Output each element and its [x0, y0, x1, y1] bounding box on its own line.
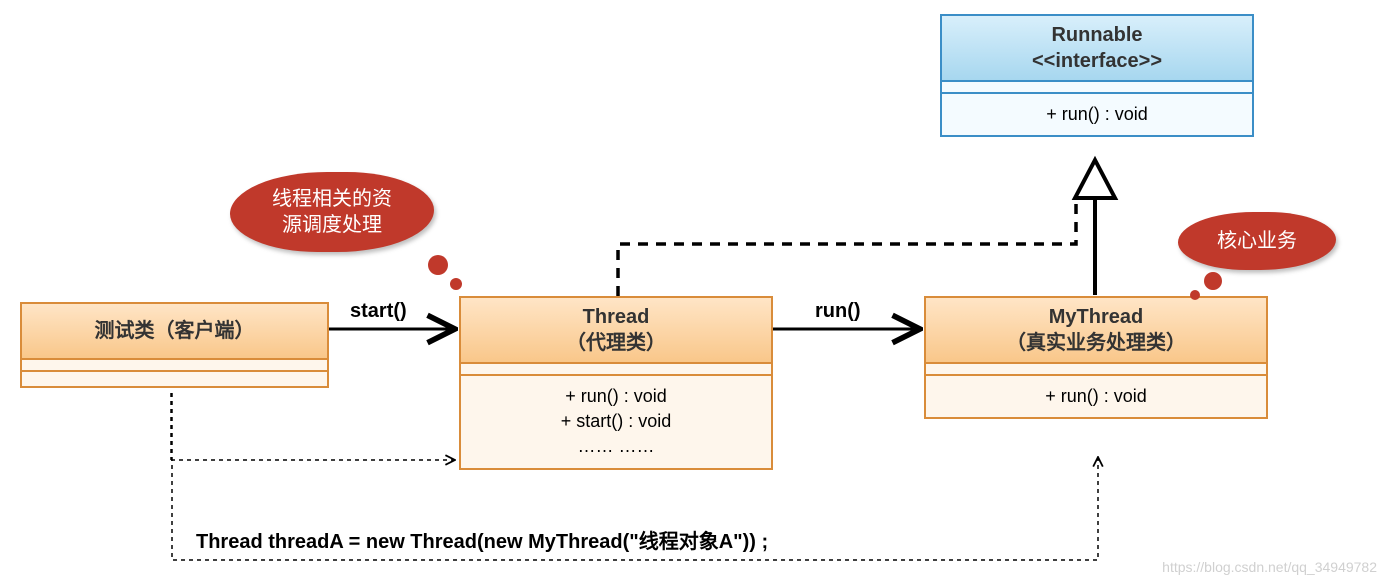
callout-bubble-1b	[450, 278, 462, 290]
mythread-methods: + run() : void	[926, 374, 1266, 417]
watermark: https://blog.csdn.net/qq_34949782	[1162, 559, 1377, 575]
callout-core-business-text: 核心业务	[1217, 230, 1297, 252]
thread-methods: + run() : void + start() : void …… ……	[461, 374, 771, 468]
callout-bubble-1a	[428, 255, 448, 275]
class-thread: Thread （代理类） + run() : void + start() : …	[459, 296, 773, 470]
runnable-attrs	[942, 80, 1252, 92]
thread-subtitle: （代理类）	[566, 332, 666, 354]
callout-bubble-2b	[1190, 290, 1200, 300]
mythread-subtitle: （真实业务处理类）	[1006, 332, 1186, 354]
test-title: 测试类（客户端）	[22, 304, 327, 358]
test-name: 测试类（客户端）	[95, 320, 255, 342]
label-run: run()	[815, 300, 861, 323]
runnable-methods: + run() : void	[942, 92, 1252, 135]
thread-method-more: …… ……	[577, 436, 654, 456]
class-mythread: MyThread （真实业务处理类） + run() : void	[924, 296, 1268, 419]
runnable-name: Runnable	[1051, 24, 1142, 46]
callout-thread-resource: 线程相关的资 源调度处理	[230, 172, 434, 252]
test-attrs	[22, 358, 327, 370]
callout-thread-resource-l2: 源调度处理	[282, 214, 382, 236]
callout-bubble-2a	[1204, 272, 1222, 290]
thread-attrs	[461, 362, 771, 374]
triangle-mythread	[1075, 160, 1115, 198]
runnable-method-run: + run() : void	[1046, 104, 1148, 124]
thread-method-run: + run() : void	[565, 386, 667, 406]
callout-thread-resource-l1: 线程相关的资	[272, 188, 392, 210]
mythread-attrs	[926, 362, 1266, 374]
thread-method-start: + start() : void	[561, 411, 672, 431]
class-runnable: Runnable <<interface>> + run() : void	[940, 14, 1254, 137]
label-start: start()	[350, 300, 407, 323]
thread-name: Thread	[583, 306, 650, 328]
callout-core-business: 核心业务	[1178, 212, 1336, 270]
code-statement: Thread threadA = new Thread(new MyThread…	[196, 525, 768, 554]
test-methods	[22, 370, 327, 386]
mythread-title: MyThread （真实业务处理类）	[926, 298, 1266, 362]
mythread-name: MyThread	[1049, 306, 1143, 328]
edge-thread-implements	[618, 200, 1076, 296]
class-test: 测试类（客户端）	[20, 302, 329, 388]
mythread-method-run: + run() : void	[1045, 386, 1147, 406]
runnable-title: Runnable <<interface>>	[942, 16, 1252, 80]
thread-title: Thread （代理类）	[461, 298, 771, 362]
runnable-stereotype: <<interface>>	[1032, 50, 1162, 72]
